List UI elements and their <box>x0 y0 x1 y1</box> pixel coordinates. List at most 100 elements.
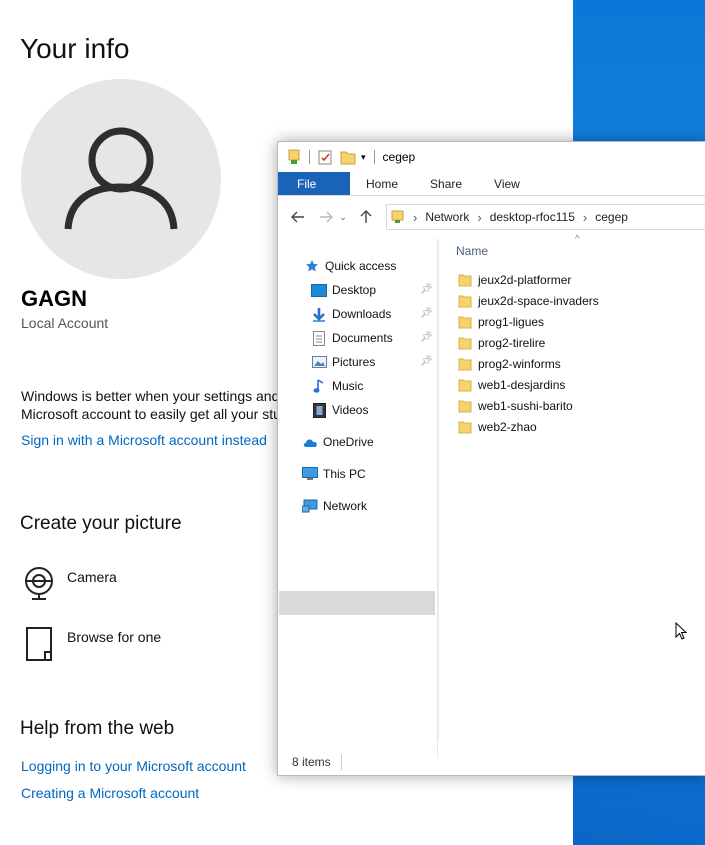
list-item[interactable]: web1-desjardins <box>458 378 565 392</box>
back-button[interactable] <box>287 206 309 228</box>
pin-icon: 📌︎ <box>420 332 433 343</box>
folder-pin-icon[interactable] <box>287 149 301 165</box>
list-item[interactable]: web1-sushi-barito <box>458 399 573 413</box>
nav-label-quick-access: Quick access <box>325 259 397 273</box>
nav-label-videos: Videos <box>332 403 369 417</box>
network-folder-icon <box>391 210 404 223</box>
download-arrow-icon <box>310 306 328 322</box>
avatar <box>21 79 221 279</box>
list-item[interactable]: web2-zhao <box>458 420 537 434</box>
chevron-down-icon: ⌄ <box>339 211 347 222</box>
breadcrumb-computer[interactable]: desktop-rfoc115 <box>490 210 575 224</box>
breadcrumb-network[interactable]: Network <box>425 210 469 224</box>
list-item[interactable]: jeux2d-platformer <box>458 273 571 287</box>
person-icon <box>64 127 178 230</box>
nav-item-this-pc[interactable]: This PC <box>301 466 366 482</box>
forward-button[interactable] <box>315 206 337 228</box>
file-name: web1-sushi-barito <box>478 399 573 413</box>
forward-arrow-icon <box>320 211 333 223</box>
help-link-creating-account[interactable]: Creating a Microsoft account <box>21 785 199 801</box>
properties-icon[interactable] <box>318 149 332 165</box>
nav-item-pictures[interactable]: Pictures <box>310 354 375 370</box>
folder-icon <box>458 294 472 308</box>
user-name: GAGN <box>21 286 87 311</box>
nav-item-network[interactable]: Network <box>301 498 367 514</box>
item-count: 8 items <box>292 755 331 769</box>
list-item[interactable]: jeux2d-space-invaders <box>458 294 599 308</box>
nav-label-onedrive: OneDrive <box>323 435 374 449</box>
nav-item-downloads[interactable]: Downloads <box>310 306 391 322</box>
nav-item-videos[interactable]: Videos <box>310 402 368 418</box>
file-explorer-window: ▾ cegep File Home Share View ⌄ › Network… <box>277 141 705 776</box>
quick-access-toolbar: ▾ <box>287 149 383 165</box>
pictures-icon <box>310 354 328 370</box>
nav-label-this-pc: This PC <box>323 467 366 481</box>
folder-icon <box>458 357 472 371</box>
folder-icon <box>458 336 472 350</box>
file-name: prog2-winforms <box>478 357 561 371</box>
breadcrumb-cegep[interactable]: cegep <box>595 210 628 224</box>
create-picture-heading: Create your picture <box>20 513 182 534</box>
nav-item-onedrive[interactable]: OneDrive <box>301 434 374 450</box>
nav-item-desktop[interactable]: Desktop <box>310 282 376 298</box>
tab-file[interactable]: File <box>278 172 350 195</box>
computer-icon <box>301 466 319 482</box>
nav-label-downloads: Downloads <box>332 307 392 321</box>
browse-label: Browse for one <box>67 629 162 645</box>
status-bar: 8 items <box>278 750 705 774</box>
camera-option[interactable]: Camera <box>21 566 117 602</box>
file-name: jeux2d-space-invaders <box>478 294 599 308</box>
pin-icon: 📌︎ <box>420 308 433 319</box>
sort-ascending-icon: ^ <box>575 234 580 245</box>
navigation-bar: ⌄ › Network › desktop-rfoc115 › cegep <box>278 202 705 232</box>
back-arrow-icon <box>291 211 304 223</box>
ribbon-tabs: File Home Share View <box>278 172 705 196</box>
tab-home[interactable]: Home <box>350 172 414 195</box>
column-header-name[interactable]: Name <box>456 244 488 258</box>
film-icon <box>310 402 328 418</box>
help-link-logging-in[interactable]: Logging in to your Microsoft account <box>21 758 246 774</box>
file-list-pane: ^ Name jeux2d-platformer jeux2d-space-in… <box>438 234 705 758</box>
account-type: Local Account <box>21 315 109 331</box>
webcam-icon <box>21 566 57 602</box>
folder-icon <box>458 378 472 392</box>
nav-item-quick-access[interactable]: Quick access <box>303 258 396 274</box>
browse-option[interactable]: Browse for one <box>21 626 161 662</box>
mouse-cursor-icon <box>675 622 688 640</box>
file-name: prog1-ligues <box>478 315 545 329</box>
up-button[interactable] <box>355 206 377 228</box>
cloud-icon <box>301 434 319 450</box>
nav-selection-highlight <box>279 591 435 615</box>
sign-in-microsoft-link[interactable]: Sign in with a Microsoft account instead <box>21 432 267 448</box>
recent-locations-button[interactable]: ⌄ <box>337 206 349 228</box>
window-title: cegep <box>382 150 416 164</box>
help-heading: Help from the web <box>20 718 175 739</box>
page-title: Your info <box>20 33 130 64</box>
qat-separator-2 <box>373 150 375 164</box>
folder-icon <box>458 420 472 434</box>
list-item[interactable]: prog2-winforms <box>458 357 561 371</box>
navigation-pane: Quick access Desktop 📌︎ Downloads 📌︎ Doc… <box>278 238 438 758</box>
column-divider <box>438 240 439 740</box>
breadcrumb-separator: › <box>413 209 418 225</box>
tab-view[interactable]: View <box>478 172 536 195</box>
file-name: web1-desjardins <box>478 378 566 392</box>
title-bar: ▾ cegep <box>278 142 705 172</box>
nav-label-network: Network <box>323 499 368 513</box>
file-browse-icon <box>21 626 57 662</box>
file-name: web2-zhao <box>478 420 537 434</box>
address-bar[interactable]: › Network › desktop-rfoc115 › cegep <box>386 204 705 230</box>
customize-qat-icon[interactable]: ▾ <box>361 152 366 163</box>
folder-icon <box>458 273 472 287</box>
list-item[interactable]: prog2-tirelire <box>458 336 545 350</box>
music-note-icon <box>310 378 328 394</box>
breadcrumb-separator: › <box>582 209 588 225</box>
nav-item-music[interactable]: Music <box>310 378 363 394</box>
new-folder-icon[interactable] <box>340 149 356 165</box>
status-separator <box>340 754 342 770</box>
list-item[interactable]: prog1-ligues <box>458 315 544 329</box>
tab-share[interactable]: Share <box>414 172 478 195</box>
nav-item-documents[interactable]: Documents <box>310 330 393 346</box>
breadcrumb-separator: › <box>477 209 482 225</box>
network-icon <box>301 498 319 514</box>
